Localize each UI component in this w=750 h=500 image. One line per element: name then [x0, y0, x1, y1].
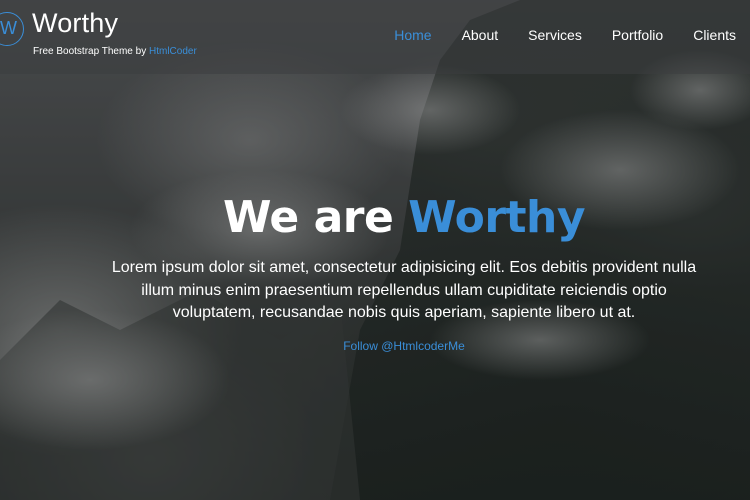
site-header: W Worthy Free Bootstrap Theme by HtmlCod…	[0, 0, 750, 74]
hero-lead-text: Lorem ipsum dolor sit amet, consectetur …	[111, 259, 697, 321]
logo-icon[interactable]: W	[0, 12, 24, 46]
nav-item-home[interactable]: Home	[394, 27, 431, 43]
hero-headline: We are Worthy	[0, 192, 750, 243]
site-name[interactable]: Worthy	[32, 8, 118, 39]
dark-overlay	[0, 0, 750, 500]
hero-section: W Worthy Free Bootstrap Theme by HtmlCod…	[0, 0, 750, 500]
main-nav: Home About Services Portfolio Clients	[364, 27, 736, 43]
headline-accent: Worthy	[408, 192, 586, 243]
nav-item-clients[interactable]: Clients	[693, 27, 736, 43]
headline-prefix: We are	[222, 192, 409, 243]
htmlcoder-link[interactable]: HtmlCoder	[149, 46, 197, 57]
nav-item-portfolio[interactable]: Portfolio	[612, 27, 663, 43]
follow-twitter-link[interactable]: Follow @HtmlcoderMe	[0, 339, 750, 353]
nav-item-about[interactable]: About	[462, 27, 499, 43]
site-tagline: Free Bootstrap Theme by HtmlCoder	[33, 46, 197, 57]
tagline-text: Free Bootstrap Theme by	[33, 46, 149, 57]
nav-item-services[interactable]: Services	[528, 27, 582, 43]
